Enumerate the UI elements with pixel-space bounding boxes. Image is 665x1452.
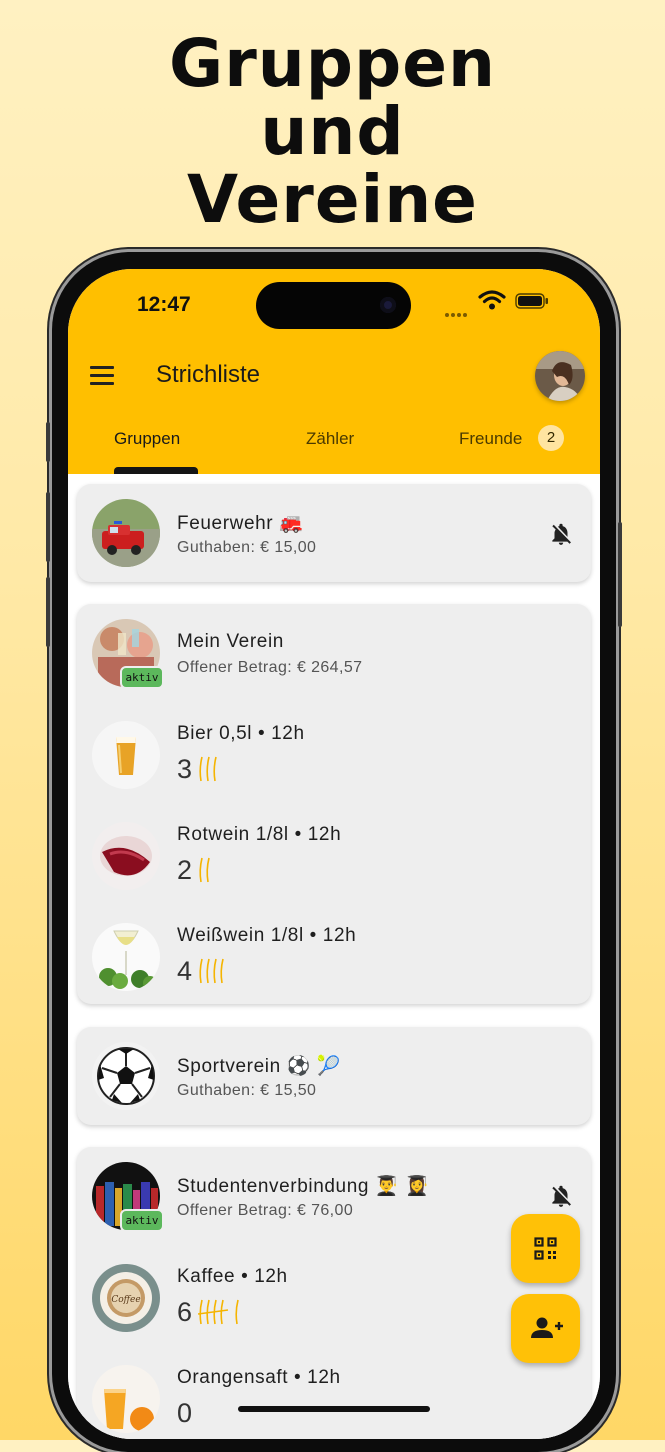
item-count: 3 bbox=[177, 754, 193, 784]
tab-zaehler[interactable]: Zähler bbox=[306, 429, 354, 449]
headline-line-3: Vereine bbox=[187, 161, 478, 238]
status-time: 12:47 bbox=[137, 293, 191, 316]
add-person-icon bbox=[531, 1317, 563, 1338]
active-badge: aktiv bbox=[120, 1209, 164, 1232]
group-name: Mein Verein bbox=[177, 631, 284, 652]
bell-off-icon[interactable] bbox=[548, 521, 574, 547]
group-name: Feuerwehr 🚒 bbox=[177, 513, 304, 534]
tally-marks bbox=[198, 1299, 239, 1325]
tab-gruppen[interactable]: Gruppen bbox=[114, 429, 180, 449]
item-image-bier[interactable] bbox=[92, 721, 160, 789]
group-balance: Offener Betrag: € 264,57 bbox=[177, 659, 363, 676]
camera-icon bbox=[380, 297, 396, 313]
power-button bbox=[618, 522, 622, 627]
item-count: 0 bbox=[177, 1398, 193, 1428]
mute-switch bbox=[46, 422, 50, 462]
screen: 12:47 Strichliste Gruppen Zähler Freunde… bbox=[68, 269, 600, 1439]
tally-marks bbox=[199, 958, 224, 984]
dynamic-island bbox=[256, 282, 411, 329]
item-count: 6 bbox=[177, 1297, 193, 1327]
tally-marks bbox=[199, 857, 210, 883]
scan-qr-button[interactable] bbox=[511, 1214, 580, 1283]
group-name: Studentenverbindung 👨‍🎓 👩‍🎓 bbox=[177, 1176, 430, 1197]
item-name: Orangensaft • 12h bbox=[177, 1367, 341, 1388]
home-indicator[interactable] bbox=[238, 1406, 430, 1412]
headline-line-2: und bbox=[260, 93, 405, 170]
group-balance: Guthaben: € 15,50 bbox=[177, 1082, 317, 1099]
group-card-feuerwehr[interactable]: Feuerwehr 🚒 Guthaben: € 15,00 bbox=[77, 484, 591, 582]
tally-marks bbox=[199, 756, 217, 782]
qr-code-icon bbox=[534, 1237, 557, 1260]
item-name: Bier 0,5l • 12h bbox=[177, 723, 305, 744]
group-balance: Offener Betrag: € 76,00 bbox=[177, 1202, 354, 1219]
friends-count-badge: 2 bbox=[538, 425, 564, 451]
group-card-studentenverbindung[interactable]: aktiv Studentenverbindung 👨‍🎓 👩‍🎓 Offene… bbox=[77, 1147, 591, 1439]
item-image-kaffee[interactable]: Coffee bbox=[92, 1264, 160, 1332]
group-list: Feuerwehr 🚒 Guthaben: € 15,00 aktiv Mein… bbox=[68, 474, 600, 1439]
item-image-rotwein[interactable] bbox=[92, 822, 160, 890]
wifi-icon bbox=[478, 290, 506, 310]
group-image-feuerwehr bbox=[92, 499, 160, 567]
item-name: Rotwein 1/8l • 12h bbox=[177, 824, 342, 845]
active-badge: aktiv bbox=[120, 666, 164, 689]
group-card-sportverein[interactable]: Sportverein ⚽ 🎾 Guthaben: € 15,50 bbox=[77, 1027, 591, 1125]
app-bar: 12:47 Strichliste Gruppen Zähler Freunde… bbox=[68, 269, 600, 474]
item-image-weisswein[interactable] bbox=[92, 923, 160, 991]
item-count: 2 bbox=[177, 855, 193, 885]
coffee-art-text: Coffee bbox=[111, 1295, 140, 1305]
headline-line-1: Gruppen bbox=[169, 25, 496, 102]
item-name: Kaffee • 12h bbox=[177, 1266, 288, 1287]
item-count: 4 bbox=[177, 956, 193, 986]
battery-icon bbox=[515, 293, 548, 309]
item-name: Weißwein 1/8l • 12h bbox=[177, 925, 357, 946]
add-person-button[interactable] bbox=[511, 1294, 580, 1363]
item-image-orangensaft[interactable] bbox=[92, 1365, 160, 1433]
signal-icon bbox=[445, 299, 471, 317]
group-card-mein-verein[interactable]: aktiv Mein Verein Offener Betrag: € 264,… bbox=[77, 604, 591, 1004]
headline: Gruppen und Vereine bbox=[0, 30, 665, 234]
group-name: Sportverein ⚽ 🎾 bbox=[177, 1056, 342, 1077]
profile-avatar[interactable] bbox=[535, 351, 585, 401]
app-title: Strichliste bbox=[156, 361, 261, 388]
volume-down-button bbox=[46, 577, 50, 647]
active-tab-indicator bbox=[114, 467, 198, 474]
group-image-sportverein bbox=[92, 1042, 160, 1110]
volume-up-button bbox=[46, 492, 50, 562]
menu-icon[interactable] bbox=[90, 366, 114, 386]
tab-freunde[interactable]: Freunde bbox=[459, 429, 522, 449]
phone-frame: 12:47 Strichliste Gruppen Zähler Freunde… bbox=[46, 252, 622, 1452]
bell-off-icon[interactable] bbox=[548, 1183, 574, 1209]
group-balance: Guthaben: € 15,00 bbox=[177, 539, 317, 556]
